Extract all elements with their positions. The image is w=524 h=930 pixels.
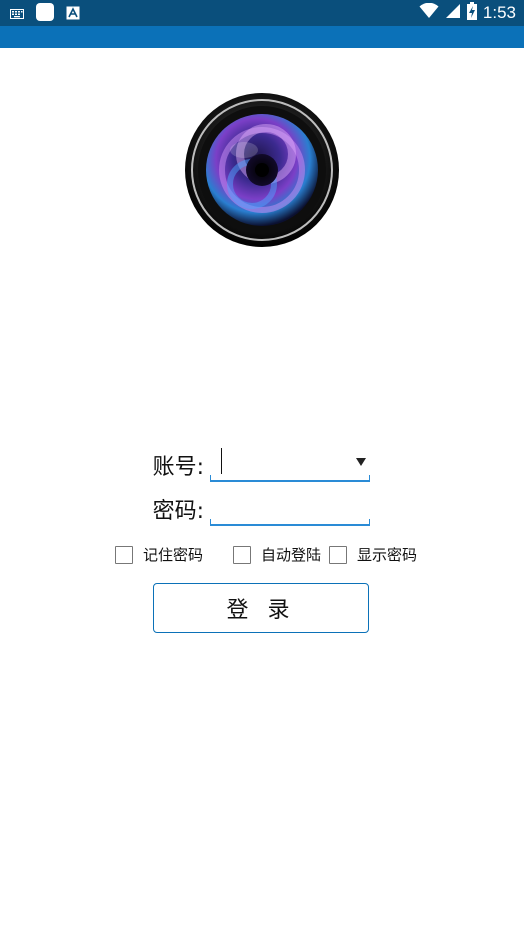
text-caret — [221, 448, 222, 474]
remember-password-label: 记住密码 — [143, 546, 204, 564]
account-row: 账号: — [144, 448, 370, 482]
app-square-icon — [36, 3, 54, 25]
password-label: 密码: — [152, 499, 204, 524]
login-button[interactable]: 登 录 — [153, 583, 369, 633]
checkbox-box[interactable] — [115, 545, 133, 564]
status-bar: 1:53 — [0, 0, 524, 26]
signal-icon — [445, 3, 461, 23]
password-field[interactable] — [210, 494, 370, 526]
account-field[interactable] — [210, 448, 370, 482]
show-password-checkbox[interactable]: 显示密码 — [329, 544, 417, 565]
camera-lens-icon — [184, 92, 340, 248]
remember-password-checkbox[interactable]: 记住密码 — [115, 544, 203, 565]
font-a-icon — [66, 5, 80, 24]
status-time: 1:53 — [482, 3, 516, 22]
keyboard-icon — [10, 5, 24, 24]
auto-login-checkbox[interactable]: 自动登陆 — [233, 544, 321, 565]
wifi-icon — [419, 2, 439, 23]
account-label: 账号: — [152, 455, 204, 480]
show-password-label: 显示密码 — [357, 546, 418, 564]
battery-charging-icon — [466, 2, 477, 24]
auto-login-label: 自动登陆 — [261, 546, 322, 564]
password-input[interactable] — [210, 494, 350, 520]
dropdown-arrow-icon[interactable] — [356, 458, 366, 466]
app-bar — [0, 26, 524, 48]
options-row: 记住密码 自动登陆 显示密码 — [115, 544, 435, 566]
checkbox-box[interactable] — [233, 545, 251, 564]
password-row: 密码: — [144, 494, 370, 526]
account-input[interactable] — [210, 450, 350, 476]
checkbox-box[interactable] — [329, 545, 347, 564]
